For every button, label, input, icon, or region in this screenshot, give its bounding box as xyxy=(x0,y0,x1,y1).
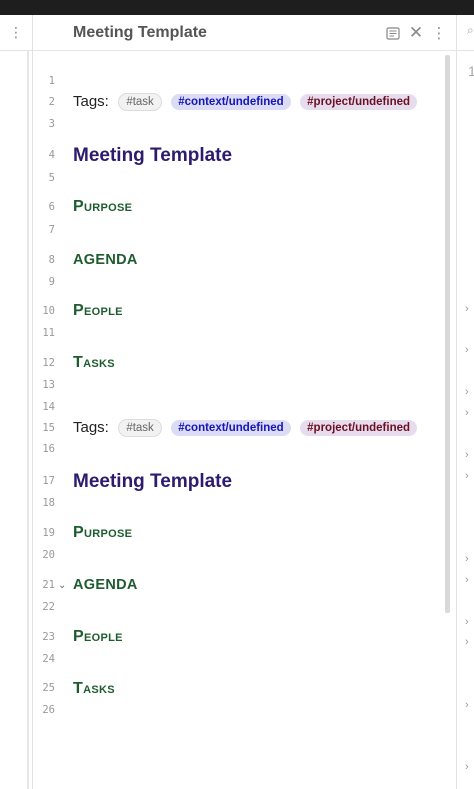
line-number: 13 xyxy=(42,379,55,391)
window-top-bar xyxy=(0,0,474,15)
line-number: 5 xyxy=(48,172,55,184)
line-number: 2 xyxy=(48,96,55,108)
line-number: 12 xyxy=(42,357,55,369)
line-number: 15 xyxy=(42,422,55,434)
chevron-right-icon[interactable]: › xyxy=(465,407,469,419)
search-icon[interactable]: ⌕ xyxy=(467,23,474,38)
heading-people: People xyxy=(73,628,123,645)
heading-people: People xyxy=(73,302,123,319)
chevron-right-icon[interactable]: › xyxy=(465,699,469,711)
tag-project[interactable]: #project/undefined xyxy=(300,420,418,436)
pane-title[interactable]: Meeting Template xyxy=(73,24,207,42)
heading-agenda: AGENDA xyxy=(73,577,138,593)
tag-project[interactable]: #project/undefined xyxy=(300,94,418,110)
scrollbar[interactable] xyxy=(445,55,450,613)
line-number: 26 xyxy=(42,704,55,716)
line-number: 23 xyxy=(42,631,55,643)
tags-line: Tags: #task #context/undefined #project/… xyxy=(73,419,418,437)
line-number: 16 xyxy=(42,443,55,455)
more-vertical-icon[interactable]: ⋮ xyxy=(9,25,23,39)
sidebar-count: 1 xyxy=(468,63,474,79)
chevron-right-icon[interactable]: › xyxy=(465,449,469,461)
close-icon[interactable]: ✕ xyxy=(407,23,425,42)
tag-task[interactable]: #task xyxy=(118,419,162,437)
heading-purpose: Purpose xyxy=(73,198,133,215)
tags-line: Tags: #task #context/undefined #project/… xyxy=(73,93,418,111)
chevron-right-icon[interactable]: › xyxy=(465,470,469,482)
heading-agenda: AGENDA xyxy=(73,252,138,268)
tag-task[interactable]: #task xyxy=(118,93,162,111)
chevron-down-icon[interactable]: ⌄ xyxy=(58,580,66,591)
heading-tasks: Tasks xyxy=(73,354,115,371)
tag-context[interactable]: #context/undefined xyxy=(171,94,291,110)
chevron-right-icon[interactable]: › xyxy=(465,303,469,315)
editor-pane: Meeting Template ✕ ⋮ 1 2 3 4 5 6 7 8 9 1… xyxy=(33,15,456,789)
line-number: 14 xyxy=(42,401,55,413)
line-number: 24 xyxy=(42,653,55,665)
line-number: 11 xyxy=(42,327,55,339)
line-number: 8 xyxy=(48,254,55,266)
line-number: 22 xyxy=(42,601,55,613)
heading-tasks: Tasks xyxy=(73,680,115,697)
tags-label: Tags: xyxy=(73,93,109,111)
chevron-right-icon[interactable]: › xyxy=(465,344,469,356)
chevron-right-icon[interactable]: › xyxy=(465,761,469,773)
left-sidebar-collapsed: ⋮ xyxy=(0,15,33,789)
chevron-right-icon[interactable]: › xyxy=(465,553,469,565)
header-divider xyxy=(457,50,474,51)
line-number: 9 xyxy=(48,276,55,288)
line-number: 1 xyxy=(48,75,55,87)
line-number: 17 xyxy=(42,475,55,487)
line-number: 21 xyxy=(42,579,55,591)
heading-1: Meeting Template xyxy=(73,145,233,166)
line-number: 19 xyxy=(42,527,55,539)
book-icon[interactable] xyxy=(384,24,402,42)
line-number: 10 xyxy=(42,305,55,317)
chevron-right-icon[interactable]: › xyxy=(465,616,469,628)
chevron-right-icon[interactable]: › xyxy=(465,386,469,398)
line-number: 25 xyxy=(42,682,55,694)
heading-purpose: Purpose xyxy=(73,524,133,541)
line-number: 6 xyxy=(48,201,55,213)
line-number: 3 xyxy=(48,118,55,130)
heading-1: Meeting Template xyxy=(73,471,233,492)
tag-context[interactable]: #context/undefined xyxy=(171,420,291,436)
line-number: 18 xyxy=(42,497,55,509)
line-number: 4 xyxy=(48,149,55,161)
tags-label: Tags: xyxy=(73,419,109,437)
sidebar-resize-handle[interactable] xyxy=(27,51,29,789)
chevron-right-icon[interactable]: › xyxy=(465,636,469,648)
chevron-right-icon[interactable]: › xyxy=(465,574,469,586)
line-number: 7 xyxy=(48,224,55,236)
pane-header: Meeting Template ✕ ⋮ xyxy=(33,15,456,51)
more-vertical-icon[interactable]: ⋮ xyxy=(430,24,448,42)
line-number: 20 xyxy=(42,549,55,561)
right-sidebar-collapsed: ⌕ 1 › › › › › › › › › › › › xyxy=(456,15,474,789)
